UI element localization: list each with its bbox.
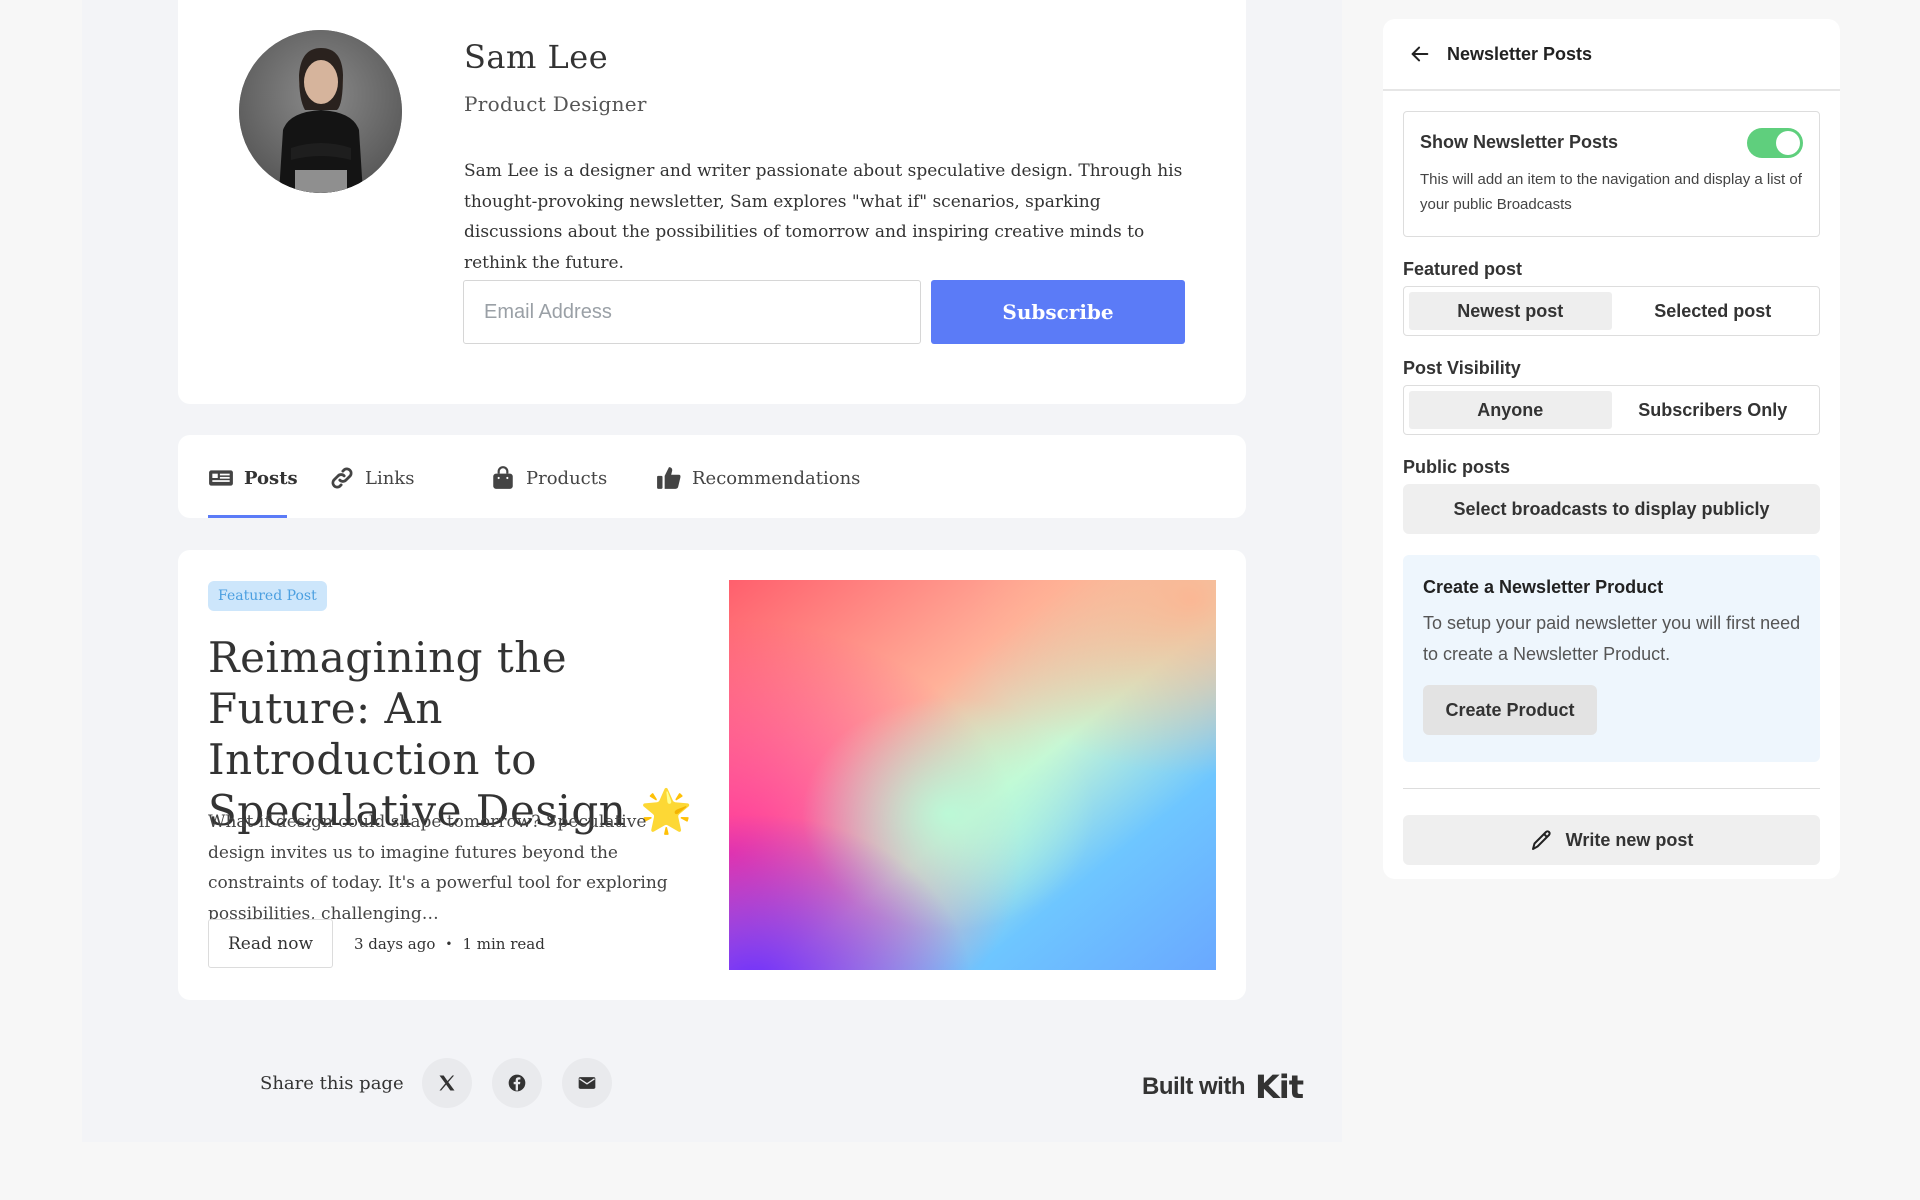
- back-button[interactable]: [1407, 41, 1433, 67]
- profile-card: Sam Lee Product Designer Sam Lee is a de…: [178, 0, 1246, 404]
- facebook-icon: [508, 1074, 525, 1092]
- create-product-button[interactable]: Create Product: [1423, 685, 1597, 735]
- show-posts-setting: Show Newsletter Posts This will add an i…: [1403, 111, 1820, 237]
- tab-label: Links: [365, 467, 415, 489]
- featured-post-selector: Newest post Selected post: [1403, 286, 1820, 336]
- featured-badge: Featured Post: [208, 581, 327, 611]
- public-posts-label: Public posts: [1403, 457, 1511, 477]
- share-x-button[interactable]: [421, 1058, 472, 1108]
- share-label: Share this page: [260, 1072, 404, 1094]
- post-visibility-label: Post Visibility: [1403, 358, 1521, 378]
- write-new-post-label: Write new post: [1565, 829, 1694, 850]
- thumbs-up-icon: [657, 467, 681, 489]
- selected-post-option[interactable]: Selected post: [1612, 292, 1815, 330]
- pencil-icon: [1531, 830, 1551, 850]
- tab-posts[interactable]: Posts: [208, 465, 298, 491]
- newsletter-product-callout: Create a Newsletter Product To setup you…: [1403, 555, 1820, 762]
- share-email-button[interactable]: [561, 1058, 612, 1108]
- featured-post-card: Featured Post Reimagining the Future: An…: [178, 550, 1246, 1000]
- post-excerpt: What if design could shape tomorrow? Spe…: [208, 812, 668, 924]
- profile-name: Sam Lee: [464, 38, 609, 76]
- post-visibility-selector: Anyone Subscribers Only: [1403, 385, 1820, 435]
- tab-label: Products: [526, 467, 608, 489]
- tab-label: Recommendations: [692, 467, 861, 489]
- tab-recommendations[interactable]: Recommendations: [656, 465, 860, 491]
- tab-label: Posts: [244, 467, 298, 489]
- divider: [1403, 788, 1820, 789]
- profile-bio: Sam Lee is a designer and writer passion…: [464, 161, 1183, 273]
- select-broadcasts-button[interactable]: Select broadcasts to display publicly: [1403, 484, 1820, 534]
- panel-header: Newsletter Posts: [1383, 19, 1840, 91]
- tab-links[interactable]: Links: [329, 465, 414, 491]
- arrow-left-icon: [1411, 46, 1429, 62]
- meta-separator: •: [445, 937, 453, 951]
- product-callout-description: To setup your paid newsletter you will f…: [1423, 613, 1801, 664]
- settings-panel: Newsletter Posts Show Newsletter Posts T…: [1383, 19, 1840, 879]
- post-meta: 3 days ago • 1 min read: [354, 935, 545, 953]
- x-icon: [439, 1075, 455, 1091]
- bag-icon: [493, 466, 513, 489]
- tab-products[interactable]: Products: [490, 465, 607, 491]
- read-now-button[interactable]: Read now: [208, 919, 333, 968]
- subscribe-button[interactable]: Subscribe: [931, 280, 1185, 344]
- toggle-description: This will add an item to the navigation …: [1420, 171, 1802, 213]
- active-tab-indicator: [208, 515, 287, 518]
- profile-role: Product Designer: [464, 92, 647, 116]
- avatar: [239, 30, 402, 193]
- share-facebook-button[interactable]: [491, 1058, 542, 1108]
- built-with-label: Built with: [1142, 1073, 1245, 1100]
- share-section: Share this page: [260, 1058, 612, 1108]
- built-with-kit[interactable]: Built with Kit: [1142, 1068, 1304, 1106]
- email-input[interactable]: [463, 280, 921, 344]
- show-posts-toggle[interactable]: [1747, 128, 1803, 158]
- write-new-post-button[interactable]: Write new post: [1403, 815, 1820, 865]
- toggle-label: Show Newsletter Posts: [1420, 132, 1619, 152]
- visibility-subscribers-option[interactable]: Subscribers Only: [1612, 391, 1815, 429]
- newspaper-icon: [209, 470, 233, 486]
- post-read-time: 1 min read: [462, 935, 545, 953]
- product-callout-title: Create a Newsletter Product: [1423, 577, 1664, 597]
- newest-post-option[interactable]: Newest post: [1409, 292, 1612, 330]
- post-age: 3 days ago: [354, 935, 436, 953]
- visibility-anyone-option[interactable]: Anyone: [1409, 391, 1612, 429]
- kit-logo: Kit: [1254, 1068, 1304, 1106]
- tab-bar: Posts Links Products Recommendations: [178, 435, 1246, 518]
- post-title[interactable]: Reimagining the Future: An Introduction …: [208, 632, 708, 836]
- page-preview: Sam Lee Product Designer Sam Lee is a de…: [82, 0, 1342, 1142]
- post-image[interactable]: [729, 580, 1216, 970]
- panel-title: Newsletter Posts: [1447, 43, 1593, 64]
- link-icon: [331, 467, 353, 489]
- email-icon: [578, 1077, 595, 1089]
- featured-post-label: Featured post: [1403, 259, 1523, 279]
